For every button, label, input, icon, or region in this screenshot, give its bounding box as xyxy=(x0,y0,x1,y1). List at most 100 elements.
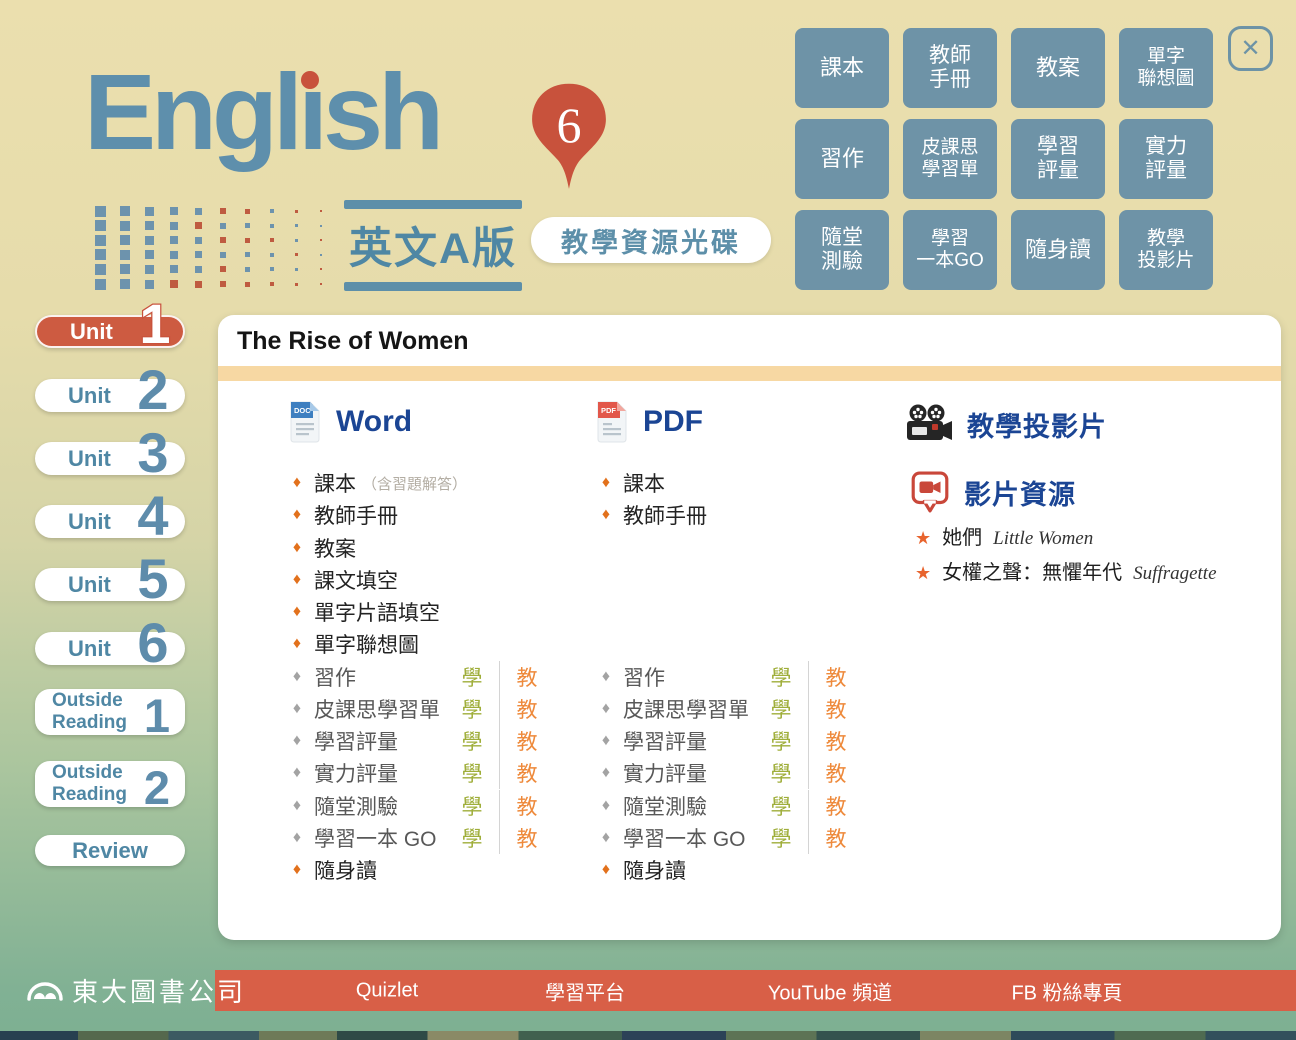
student-version-link[interactable]: 學 xyxy=(450,662,494,692)
sidebar-unit-4[interactable]: Unit4 xyxy=(35,505,185,538)
menu-button-lesson-plan[interactable]: 教案 xyxy=(1011,28,1105,108)
student-version-link[interactable]: 學 xyxy=(759,726,803,756)
diamond-bullet-icon: ♦ xyxy=(597,764,615,782)
menu-button-teaching-slides[interactable]: 教學投影片 xyxy=(1119,210,1213,290)
menu-button-workbook[interactable]: 習作 xyxy=(795,119,889,199)
resource-label: 皮課思學習單 xyxy=(314,694,440,724)
resource-label[interactable]: 教師手冊 xyxy=(623,500,707,530)
teacher-version-link[interactable]: 教 xyxy=(505,791,549,821)
student-version-link[interactable]: 學 xyxy=(450,823,494,853)
resource-label[interactable]: 教師手冊 xyxy=(314,500,398,530)
student-version-link[interactable]: 學 xyxy=(759,823,803,853)
sidebar-unit-3[interactable]: Unit3 xyxy=(35,442,185,475)
word-resource-row[interactable]: ♦隨身讀 xyxy=(288,854,578,886)
badge-divider xyxy=(499,693,500,725)
video-title-zh: 女權之聲：無懼年代 xyxy=(942,556,1122,585)
teacher-version-link[interactable]: 教 xyxy=(814,662,858,692)
resource-label[interactable]: 單字片語填空 xyxy=(314,597,440,627)
pdf-resource-row[interactable]: ♦ 課本 xyxy=(597,467,887,499)
sidebar-unit-2[interactable]: Unit2 xyxy=(35,379,185,412)
sidebar-unit-6[interactable]: Unit6 xyxy=(35,632,185,665)
word-resource-row[interactable]: ♦課文填空 xyxy=(288,564,578,596)
star-icon: ★ xyxy=(915,563,931,584)
resource-label[interactable]: 教案 xyxy=(314,533,356,563)
pdf-resource-row[interactable]: ♦教師手冊 xyxy=(597,499,887,531)
word-resource-row[interactable]: ♦教師手冊 xyxy=(288,499,578,531)
pdf-doc-icon: PDF xyxy=(595,400,629,444)
resource-label: 學習一本 GO xyxy=(314,823,437,853)
sidebar-unit-5[interactable]: Unit5 xyxy=(35,568,185,601)
diamond-bullet-icon: ♦ xyxy=(597,474,615,492)
menu-button-teacher-manual[interactable]: 教師手冊 xyxy=(903,28,997,108)
resource-label[interactable]: 單字聯想圖 xyxy=(314,629,419,659)
pdf-resource-row: ♦隨堂測驗學教 xyxy=(597,790,887,822)
resource-label[interactable]: 課本 xyxy=(314,468,356,498)
teacher-version-link[interactable]: 教 xyxy=(814,694,858,724)
pdf-heading: PDF xyxy=(643,405,703,439)
publisher-logo: 東大圖書公司 xyxy=(26,968,246,1012)
student-version-link[interactable]: 學 xyxy=(450,791,494,821)
teacher-version-link[interactable]: 教 xyxy=(814,726,858,756)
teacher-version-link[interactable]: 教 xyxy=(505,662,549,692)
word-resource-row[interactable]: ♦課本（含習題解答） xyxy=(288,467,578,499)
video-item[interactable]: ★她們Little Women xyxy=(915,521,1093,550)
badge-divider xyxy=(808,725,809,757)
menu-button-word-association-map[interactable]: 單字聯想圖 xyxy=(1119,28,1213,108)
teacher-version-link[interactable]: 教 xyxy=(814,791,858,821)
resource-label[interactable]: 隨身讀 xyxy=(623,855,686,885)
teacher-version-link[interactable]: 教 xyxy=(814,758,858,788)
close-button[interactable]: ✕ xyxy=(1228,26,1273,71)
resource-label[interactable]: 隨身讀 xyxy=(314,855,377,885)
footer-link-2[interactable]: 學習平台 xyxy=(545,976,625,1005)
student-version-link[interactable]: 學 xyxy=(450,694,494,724)
word-resource-row[interactable]: ♦單字片語填空 xyxy=(288,596,578,628)
student-version-link[interactable]: 學 xyxy=(450,726,494,756)
badge-divider xyxy=(808,661,809,693)
word-resource-row[interactable]: ♦單字聯想圖 xyxy=(288,628,578,660)
footer-link-3[interactable]: YouTube 頻道 xyxy=(768,976,892,1005)
menu-button-pisa-worksheet[interactable]: 皮課思學習單 xyxy=(903,119,997,199)
videos-section-header: 影片資源 xyxy=(910,471,1076,513)
menu-button-ability-assessment[interactable]: 實力評量 xyxy=(1119,119,1213,199)
svg-text:PDF: PDF xyxy=(601,406,616,415)
sidebar-review[interactable]: Review xyxy=(35,835,185,866)
menu-button-learn-one-book-go[interactable]: 學習一本GO xyxy=(903,210,997,290)
slides-section-header[interactable]: 教學投影片 xyxy=(905,403,1107,445)
resource-label[interactable]: 課本 xyxy=(623,468,665,498)
svg-text:DOC: DOC xyxy=(294,406,311,415)
teacher-version-link[interactable]: 教 xyxy=(505,758,549,788)
pdf-resource-row: ♦皮課思學習單學教 xyxy=(597,693,887,725)
student-version-link[interactable]: 學 xyxy=(759,662,803,692)
word-resource-row[interactable]: ♦ 教案 xyxy=(288,532,578,564)
teacher-version-link[interactable]: 教 xyxy=(814,823,858,853)
title-divider-band xyxy=(218,366,1281,381)
footer-link-1[interactable]: Quizlet xyxy=(356,979,418,1002)
student-version-link[interactable]: 學 xyxy=(450,758,494,788)
badge-group: 學教 xyxy=(759,822,858,854)
student-version-link[interactable]: 學 xyxy=(759,791,803,821)
menu-button-textbook[interactable]: 課本 xyxy=(795,28,889,108)
resource-label: 隨堂測驗 xyxy=(623,791,707,821)
publisher-name: 東大圖書公司 xyxy=(72,972,246,1009)
pdf-resource-row[interactable]: ♦隨身讀 xyxy=(597,854,887,886)
student-version-link[interactable]: 學 xyxy=(759,694,803,724)
sidebar-outside-reading-1[interactable]: OutsideReading1 xyxy=(35,689,185,735)
teacher-version-link[interactable]: 教 xyxy=(505,726,549,756)
sidebar-outside-reading-2[interactable]: OutsideReading2 xyxy=(35,761,185,807)
video-item[interactable]: ★女權之聲：無懼年代Suffragette xyxy=(915,556,1217,585)
footer-link-bar: Quizlet 學習平台 YouTube 頻道 FB 粉絲專頁 xyxy=(215,970,1296,1011)
teacher-version-link[interactable]: 教 xyxy=(505,694,549,724)
menu-button-learning-assessment[interactable]: 學習評量 xyxy=(1011,119,1105,199)
resource-label[interactable]: 課文填空 xyxy=(314,565,398,595)
student-version-link[interactable]: 學 xyxy=(759,758,803,788)
footer-link-4[interactable]: FB 粉絲專頁 xyxy=(1011,976,1122,1005)
sidebar-unit-1[interactable]: Unit1 xyxy=(35,315,185,348)
menu-button-pocket-reader[interactable]: 隨身讀 xyxy=(1011,210,1105,290)
video-title-zh: 她們 xyxy=(942,521,982,550)
badge-group: 學教 xyxy=(450,725,549,757)
menu-button-class-quiz[interactable]: 隨堂測驗 xyxy=(795,210,889,290)
teacher-version-link[interactable]: 教 xyxy=(505,823,549,853)
diamond-bullet-icon: ♦ xyxy=(288,539,306,557)
badge-divider xyxy=(499,725,500,757)
diamond-bullet-icon: ♦ xyxy=(288,732,306,750)
